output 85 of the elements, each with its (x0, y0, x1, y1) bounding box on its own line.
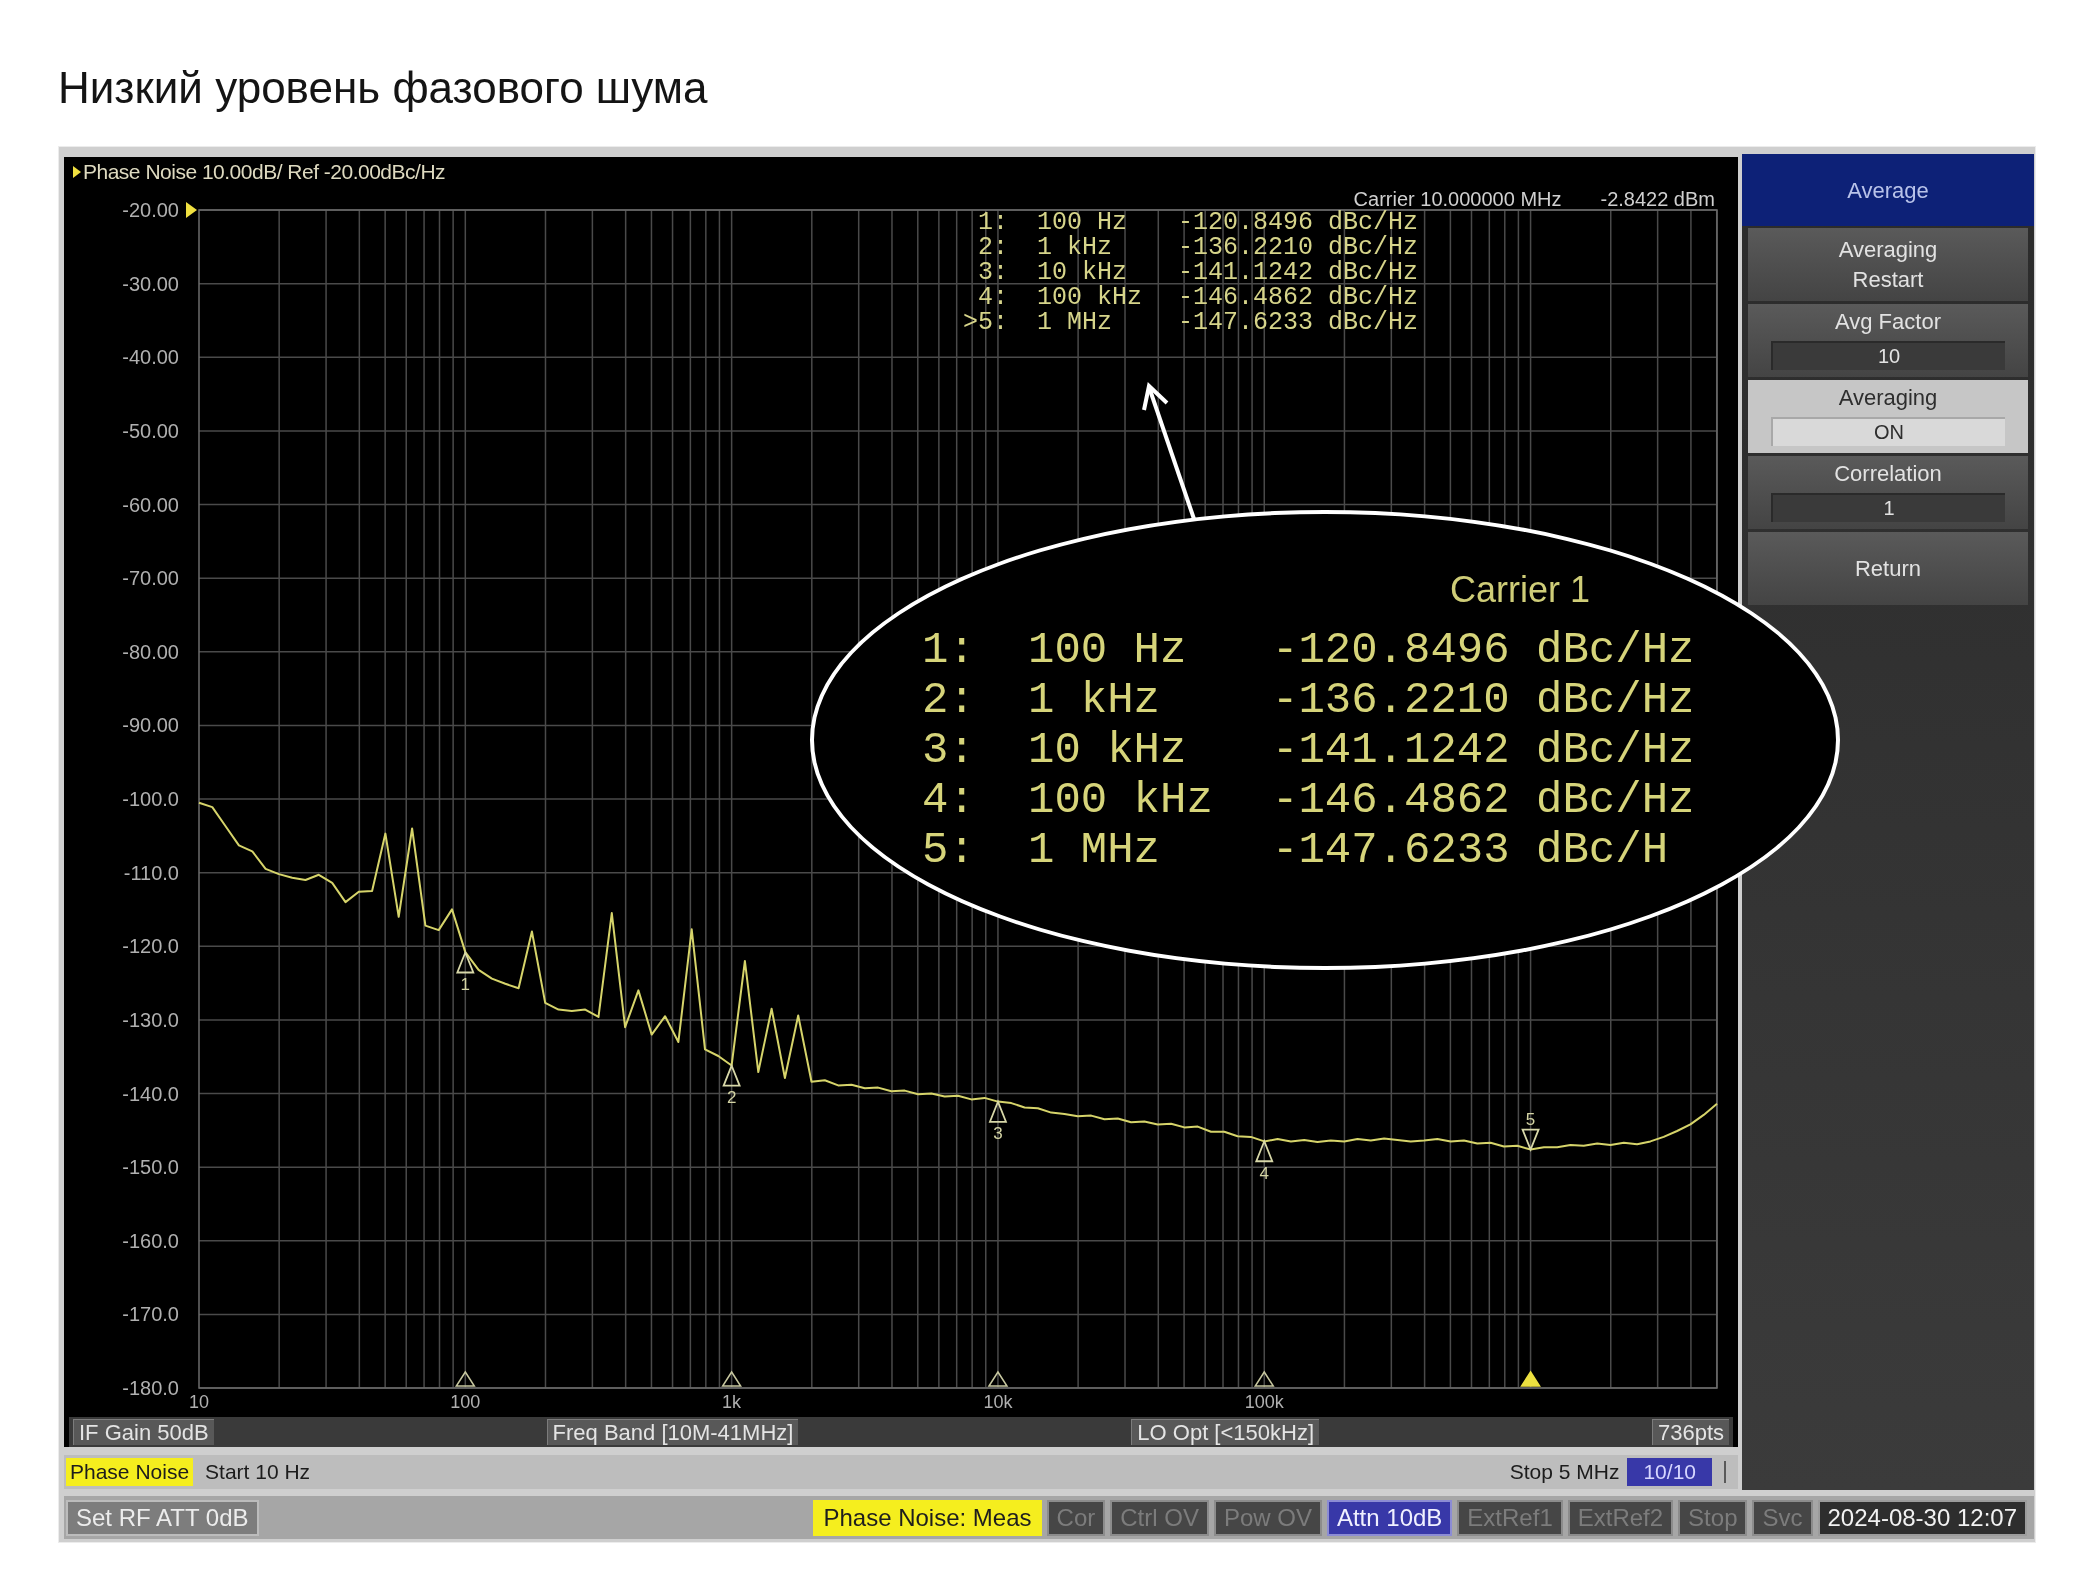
triangle-icon (186, 202, 197, 218)
carrier-power: -2.8422 dBm (1600, 188, 1715, 210)
average-count-label: 10/10 (1627, 1458, 1712, 1486)
marker-value: -141.1242 dBc/Hz (1178, 260, 1419, 285)
softkey[interactable]: Averaging Restart (1748, 228, 2028, 301)
softkey[interactable]: Avg Factor 10 (1748, 304, 2028, 377)
y-tick-label: -100.0 (122, 788, 179, 810)
marker-index: 1: (977, 210, 1008, 235)
callout-value: -146.4862 dBc/Hz (1272, 778, 1695, 822)
stop-frequency-label: Stop 5 MHz (1509, 1459, 1620, 1485)
y-tick-label: -150.0 (122, 1156, 179, 1179)
softkey[interactable]: Return (1748, 532, 2028, 605)
callout-frequency: 100 kHz (1028, 778, 1214, 822)
marker-value: -136.2210 dBc/Hz (1178, 235, 1419, 260)
y-tick-label: -20.00 (122, 199, 179, 221)
callout-carrier: Carrier 1 (1450, 570, 1591, 610)
marker-number: 2 (726, 1088, 737, 1108)
y-tick-label: -180.0 (122, 1377, 179, 1399)
menu-title: Average (1742, 154, 2034, 226)
mode-label: Phase Noise (66, 1458, 194, 1486)
info-readout: LO Opt [<150kHz] (1131, 1419, 1320, 1445)
softkey-value-field: 1 (1771, 493, 2005, 522)
y-tick-label: -170.0 (122, 1303, 179, 1326)
marker-frequency: 1 kHz (1037, 235, 1112, 260)
callout-frequency: 10 kHz (1028, 728, 1188, 772)
marker-frequency: 1 MHz (1037, 310, 1113, 335)
y-tick-label: -30.00 (122, 272, 179, 295)
marker-frequency: 100 Hz (1037, 210, 1128, 235)
info-readout: 736pts (1651, 1419, 1729, 1445)
marker-index: 4: (977, 285, 1008, 310)
callout-frequency: 1 MHz (1028, 828, 1162, 872)
y-tick-label: -160.0 (122, 1229, 179, 1252)
marker-value: -120.8496 dBc/Hz (1178, 210, 1419, 235)
x-tick-label: 10k (983, 1392, 1013, 1412)
info-readout: IF Gain 50dB (73, 1419, 214, 1445)
trace-header: Phase Noise 10.00dB/ Ref -20.00dBc/Hz (83, 160, 446, 184)
page-heading: Низкий уровень фазового шума (58, 62, 708, 114)
info-readout: Freq Band [10M-41MHz] (546, 1419, 799, 1445)
marker-frequency: 10 kHz (1037, 260, 1127, 285)
callout-index: 3: (922, 728, 976, 772)
marker-index: 3: (977, 260, 1008, 285)
marker-frequency: 100 kHz (1037, 285, 1144, 310)
marker-index: 2: (977, 235, 1008, 260)
status-indicator: 2024-08-30 12:07 (1817, 1499, 2027, 1536)
y-tick-label: -120.0 (122, 935, 179, 958)
marker-number: 3 (993, 1124, 1003, 1144)
marker-index: >5: (963, 310, 1008, 335)
callout-value: -141.1242 dBc/Hz (1272, 728, 1695, 772)
y-tick-label: -40.00 (122, 346, 179, 369)
y-tick-label: -90.00 (122, 714, 179, 737)
marker-number: 5 (1525, 1110, 1536, 1130)
marker-value: -147.6233 dBc/Hz (1178, 310, 1419, 335)
callout-value: -120.8496 dBc/Hz (1272, 628, 1695, 672)
status-indicator: Phase Noise: Meas (813, 1499, 1042, 1536)
callout-frequency: 100 Hz (1028, 628, 1188, 672)
callout-index: 4: (922, 778, 976, 822)
callout-frequency: 1 kHz (1028, 678, 1162, 722)
y-tick-label: -80.00 (122, 640, 179, 663)
softkey[interactable]: Averaging ON (1748, 380, 2028, 453)
callout-value: -147.6233 dBc/H (1272, 828, 1669, 872)
x-tick-label: 100 (450, 1392, 481, 1412)
marker-value: -146.4862 dBc/Hz (1178, 285, 1419, 310)
softkey-value-field: 10 (1771, 341, 2005, 370)
marker-number: 1 (460, 975, 471, 994)
status-message: Set RF ATT 0dB (66, 1499, 259, 1536)
callout-index: 1: (922, 628, 976, 672)
softkey-value-field: ON (1771, 417, 2005, 446)
softkey[interactable]: Correlation 1 (1748, 456, 2028, 529)
y-tick-label: -70.00 (122, 567, 179, 590)
callout-value: -136.2210 dBc/Hz (1272, 678, 1695, 722)
y-tick-label: -110.0 (123, 861, 179, 884)
start-frequency-label: Start 10 Hz (205, 1459, 311, 1485)
triangle-icon (73, 166, 81, 178)
x-tick-label: 10 (189, 1392, 209, 1412)
callout-index: 2: (922, 678, 976, 722)
carrier-frequency: Carrier 10.000000 MHz (1353, 188, 1562, 210)
y-tick-label: -60.00 (122, 493, 179, 516)
y-tick-label: -130.0 (122, 1008, 179, 1031)
callout-index: 5: (922, 828, 976, 872)
y-tick-label: -140.0 (122, 1082, 179, 1105)
x-tick-label: 100k (1244, 1392, 1284, 1412)
x-tick-label: 1k (722, 1392, 742, 1412)
y-tick-label: -50.00 (122, 419, 179, 442)
status-indicator: Attn 10dB (1326, 1499, 1453, 1536)
marker-number: 4 (1259, 1163, 1269, 1183)
